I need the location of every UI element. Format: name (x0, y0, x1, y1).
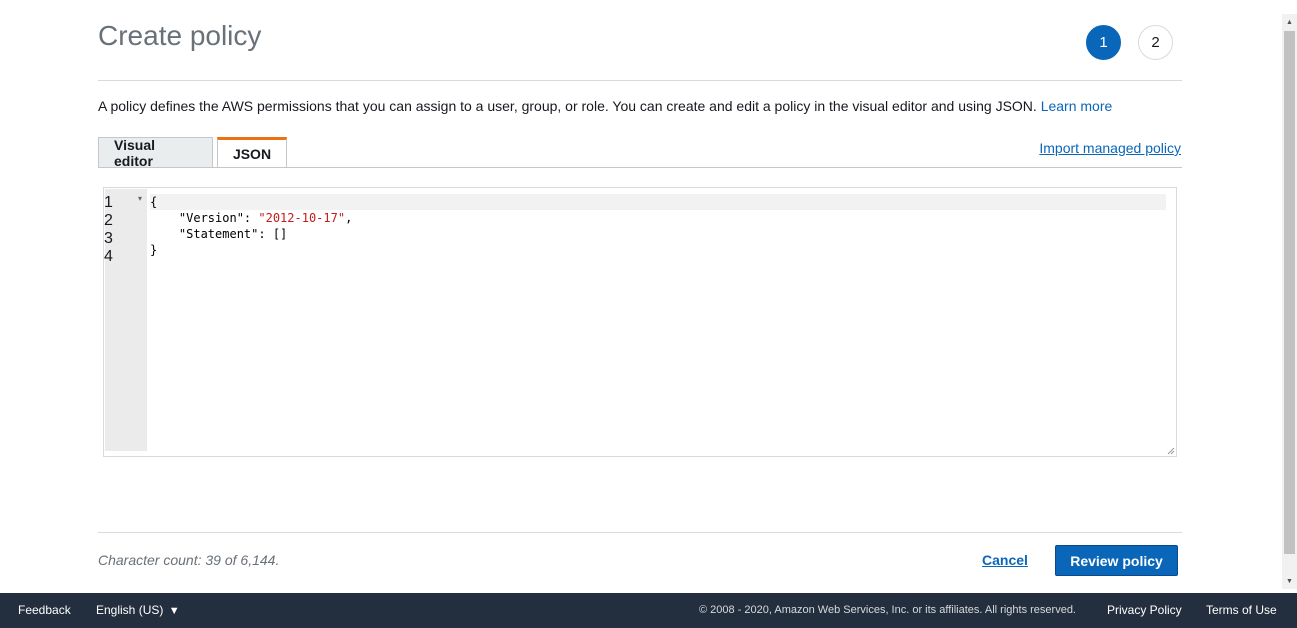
json-editor[interactable]: 1 ▾ 2 3 4 { "Version": "2012-10-17", "Sta… (103, 187, 1177, 457)
footer-divider (98, 532, 1182, 533)
copyright-text: © 2008 - 2020, Amazon Web Services, Inc.… (699, 604, 1076, 616)
fold-toggle-icon[interactable]: ▾ (138, 194, 142, 203)
editor-tabs: Visual editor JSON (98, 137, 287, 169)
policy-description: A policy defines the AWS permissions tha… (98, 98, 1112, 114)
tab-json[interactable]: JSON (217, 137, 287, 168)
terms-of-use-link[interactable]: Terms of Use (1206, 603, 1277, 617)
wizard-steps: 1 2 (1086, 25, 1173, 60)
import-managed-policy-link[interactable]: Import managed policy (1039, 140, 1181, 156)
learn-more-link[interactable]: Learn more (1041, 98, 1113, 114)
caret-down-icon: ▼ (168, 605, 180, 617)
code-line: } (150, 243, 158, 257)
header-divider (98, 80, 1182, 81)
resize-handle-icon[interactable] (1167, 447, 1175, 455)
tab-divider (98, 167, 1182, 168)
review-policy-button[interactable]: Review policy (1055, 545, 1178, 576)
code-line: { (150, 194, 1166, 210)
description-text: A policy defines the AWS permissions tha… (98, 98, 1041, 114)
line-number: 1 ▾ (104, 194, 142, 211)
page-title: Create policy (98, 20, 262, 51)
scroll-up-arrow-icon[interactable]: ▲ (1282, 14, 1297, 30)
code-area[interactable]: { "Version": "2012-10-17", "Statement": … (150, 194, 1166, 258)
version-value: "2012-10-17" (258, 211, 346, 225)
console-footer: Feedback English (US) ▼ © 2008 - 2020, A… (0, 593, 1297, 628)
code-line: "Version": "2012-10-17", (150, 211, 353, 225)
tab-visual-editor[interactable]: Visual editor (98, 137, 213, 169)
step-2-indicator: 2 (1138, 25, 1173, 60)
line-number: 3 (104, 230, 113, 247)
cancel-button[interactable]: Cancel (982, 552, 1028, 568)
code-line: "Statement": [] (150, 227, 288, 241)
feedback-link[interactable]: Feedback (18, 603, 71, 617)
page-scrollbar[interactable]: ▲ ▼ (1282, 14, 1297, 589)
character-count: Character count: 39 of 6,144. (98, 552, 280, 568)
line-number: 2 (104, 212, 113, 229)
scroll-thumb[interactable] (1284, 31, 1295, 554)
language-selector[interactable]: English (US) ▼ (96, 603, 180, 617)
privacy-policy-link[interactable]: Privacy Policy (1107, 603, 1182, 617)
step-1-indicator: 1 (1086, 25, 1121, 60)
line-numbers: 1 ▾ 2 3 4 (104, 194, 146, 266)
line-number: 4 (104, 248, 113, 265)
scroll-down-arrow-icon[interactable]: ▼ (1282, 573, 1297, 589)
